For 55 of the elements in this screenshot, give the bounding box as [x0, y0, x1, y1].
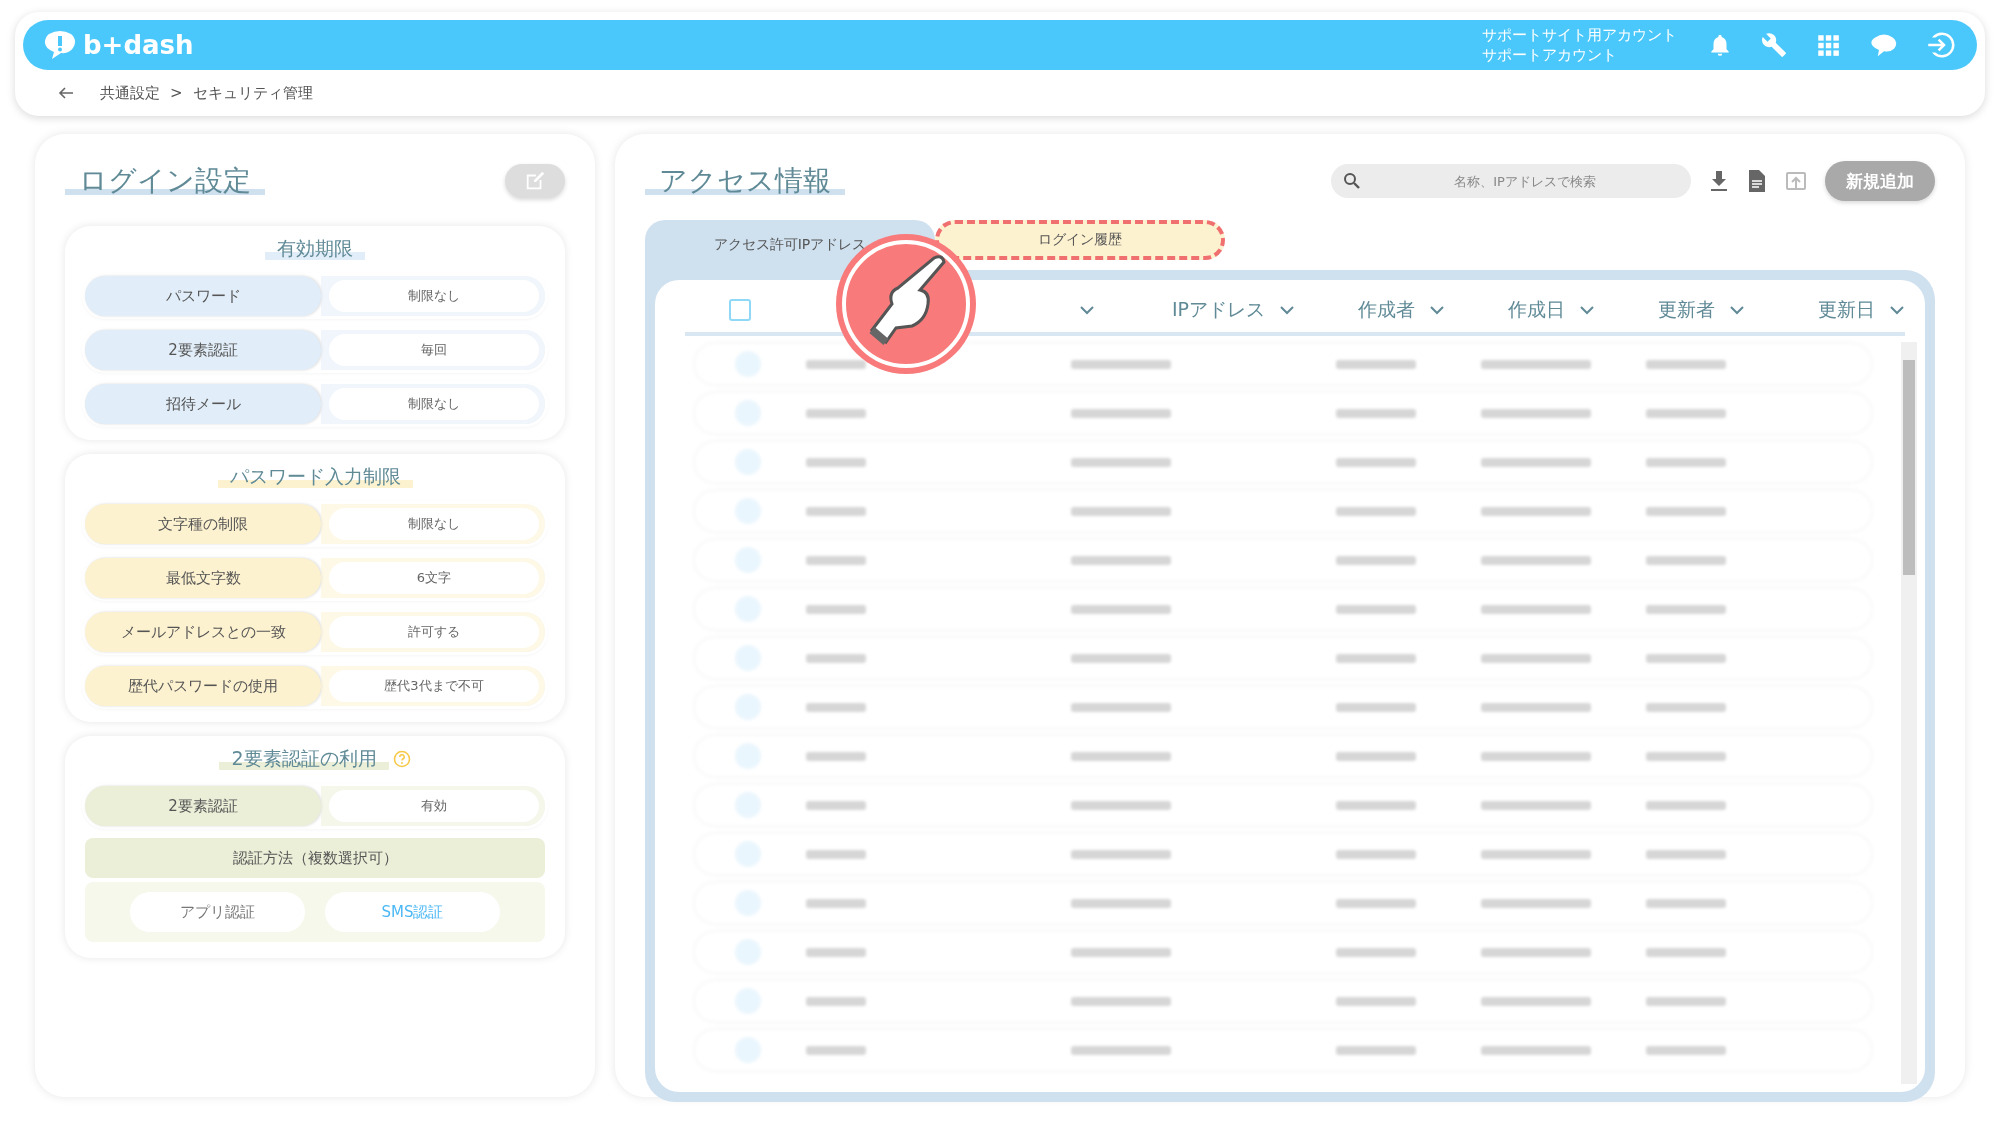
setting-label: 招待メール — [85, 384, 321, 424]
section-heading: 2要素認証の利用 — [219, 746, 389, 772]
setting-value: 制限なし — [329, 508, 539, 540]
setting-label: パスワード — [85, 276, 321, 316]
breadcrumb-item[interactable]: セキュリティ管理 — [192, 83, 313, 103]
logo-text: b+dash — [83, 30, 194, 60]
column-header[interactable]: 作成者 — [1295, 297, 1445, 323]
chevron-icon — [1279, 305, 1295, 315]
section-heading: パスワード入力制限 — [217, 464, 413, 490]
select-all-checkbox[interactable] — [729, 299, 751, 321]
edit-button[interactable] — [505, 164, 565, 198]
chevron-icon — [1889, 305, 1905, 315]
account-name: サポートアカウント — [1482, 45, 1618, 65]
search-icon — [1343, 172, 1361, 190]
setting-label: 歴代パスワードの使用 — [85, 666, 321, 706]
wrench-icon[interactable] — [1761, 32, 1787, 58]
column-header[interactable]: 更新日 — [1745, 297, 1905, 323]
setting-label: メールアドレスとの一致 — [85, 612, 321, 652]
setting-label: 2要素認証 — [85, 786, 321, 826]
setting-value: 有効 — [329, 790, 539, 822]
method-option[interactable]: SMS認証 — [325, 892, 500, 932]
setting-label: 2要素認証 — [85, 330, 321, 370]
breadcrumb-item[interactable]: 共通設定 — [100, 83, 160, 103]
account-name: サポートサイト用アカウント — [1482, 25, 1677, 45]
section-heading: 有効期限 — [265, 236, 365, 262]
chevron-icon — [1079, 305, 1095, 315]
grid-icon[interactable] — [1815, 32, 1841, 58]
edit-icon — [524, 170, 546, 192]
logout-icon[interactable] — [1927, 30, 1957, 60]
setting-value: 許可する — [329, 616, 539, 648]
tab[interactable]: ログイン履歴 — [935, 220, 1225, 260]
chevron-icon — [1429, 305, 1445, 315]
setting-label: 最低文字数 — [85, 558, 321, 598]
scrollbar[interactable] — [1901, 342, 1917, 1084]
column-header[interactable]: 更新者 — [1595, 297, 1745, 323]
chevron-icon — [1729, 305, 1745, 315]
setting-value: 制限なし — [329, 388, 539, 420]
methods-heading: 認証方法（複数選択可） — [85, 838, 545, 878]
setting-value: 毎回 — [329, 334, 539, 366]
breadcrumb-separator: > — [170, 84, 183, 102]
download-icon[interactable] — [1709, 170, 1729, 192]
column-header[interactable]: IPアドレス — [1095, 297, 1295, 323]
method-option[interactable]: アプリ認証 — [130, 892, 305, 932]
setting-value: 歴代3代まで不可 — [329, 670, 539, 702]
help-icon[interactable] — [392, 750, 411, 768]
document-icon[interactable] — [1747, 169, 1767, 193]
setting-value: 制限なし — [329, 280, 539, 312]
setting-label: 文字種の制限 — [85, 504, 321, 544]
setting-value: 6文字 — [329, 562, 539, 594]
back-arrow-icon[interactable] — [58, 85, 74, 101]
chevron-icon — [1579, 305, 1595, 315]
logo-icon — [43, 30, 77, 60]
column-header[interactable]: 作成日 — [1445, 297, 1595, 323]
upload-icon[interactable] — [1785, 170, 1807, 192]
search-field[interactable]: 名称、IPアドレスで検索 — [1331, 164, 1691, 198]
